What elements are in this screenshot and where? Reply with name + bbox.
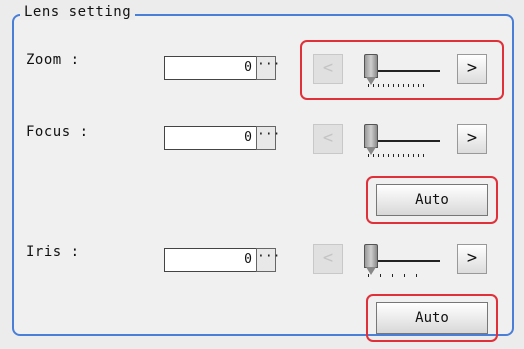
iris-slider-ticks [368,274,426,277]
iris-numeric-input-button[interactable]: ··· [256,248,280,272]
focus-slider-ticks [368,154,426,157]
iris-label: Iris : [26,244,80,260]
iris-decrease-button[interactable]: < [313,244,343,274]
iris-slider-track [370,260,440,262]
focus-increase-button[interactable]: > [457,124,487,154]
iris-increase-button[interactable]: > [457,244,487,274]
focus-slider[interactable] [360,124,442,160]
focus-numeric-input-button[interactable]: ··· [256,126,280,150]
iris-slider-thumb[interactable] [364,244,378,275]
focus-auto-button[interactable]: Auto [376,184,488,216]
zoom-slider-ticks [368,84,426,87]
iris-slider[interactable] [360,244,442,280]
zoom-increase-button[interactable]: > [457,54,487,84]
zoom-numeric-input-button[interactable]: ··· [256,56,280,80]
zoom-label: Zoom : [26,52,80,68]
zoom-slider[interactable] [360,54,442,90]
zoom-slider-track [370,70,440,72]
group-title: Lens setting [20,4,136,20]
zoom-decrease-button[interactable]: < [313,54,343,84]
zoom-slider-thumb[interactable] [364,54,378,85]
focus-decrease-button[interactable]: < [313,124,343,154]
focus-slider-thumb[interactable] [364,124,378,155]
focus-label: Focus : [26,124,89,140]
iris-auto-button[interactable]: Auto [376,302,488,334]
focus-value-field[interactable]: 0 [164,126,256,150]
focus-slider-track [370,140,440,142]
zoom-value-field[interactable]: 0 [164,56,256,80]
iris-value-field[interactable]: 0 [164,248,256,272]
